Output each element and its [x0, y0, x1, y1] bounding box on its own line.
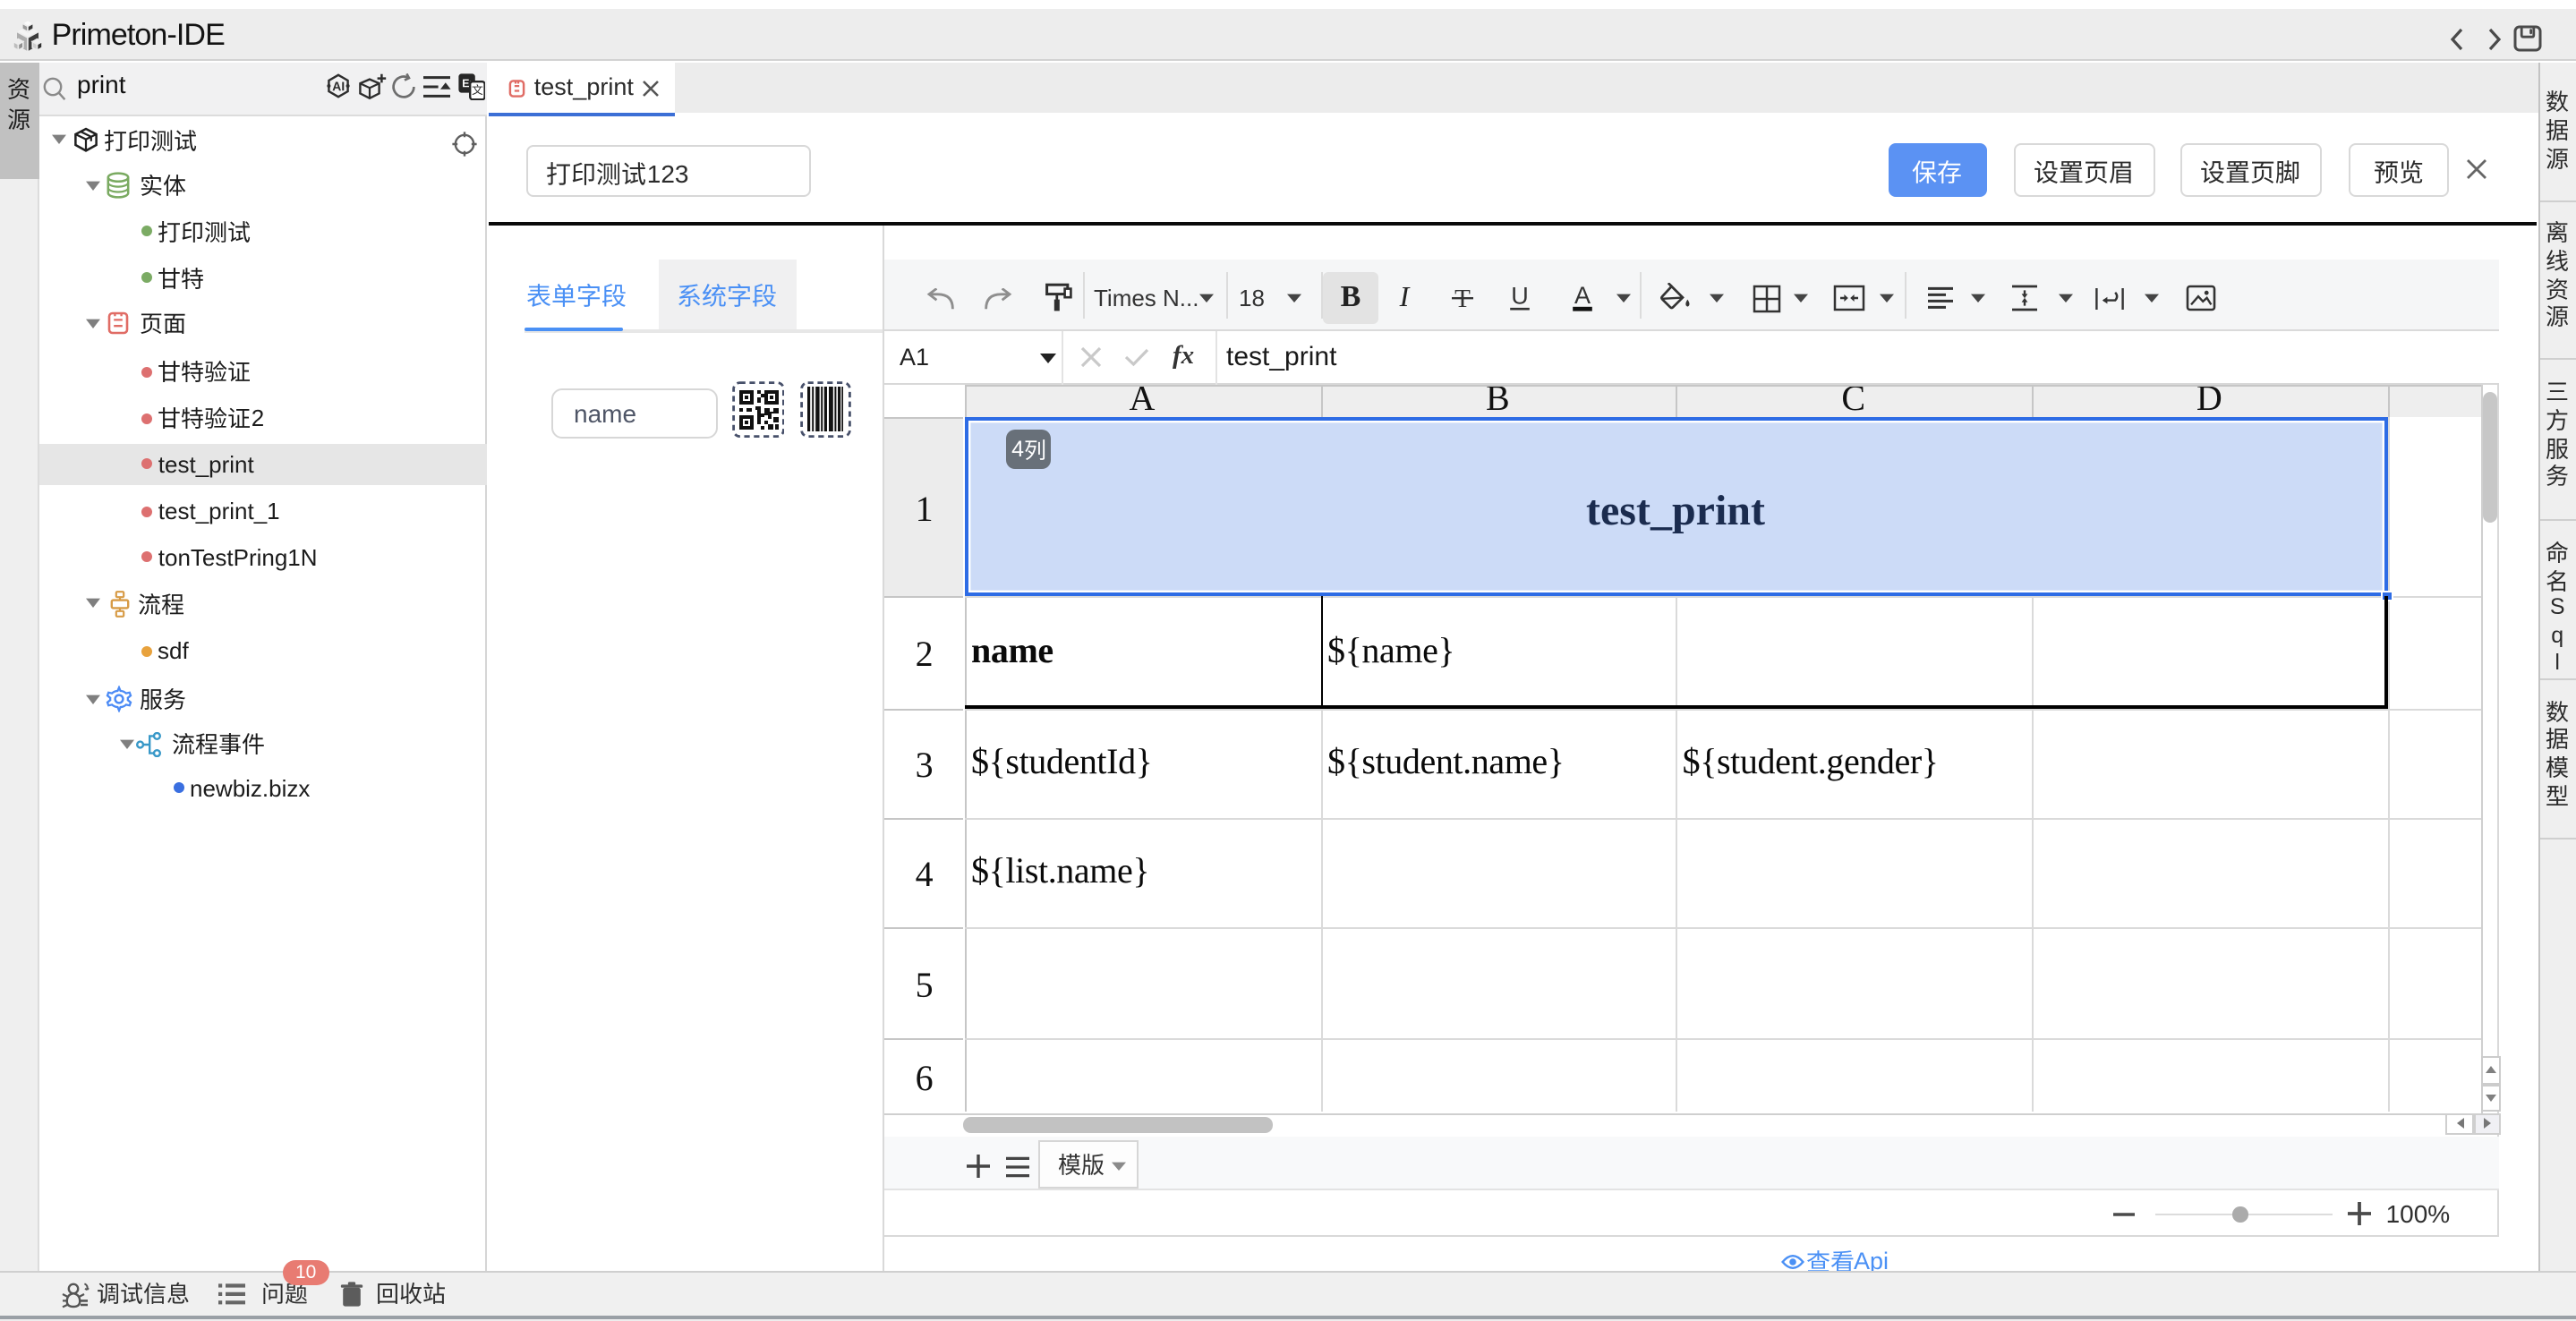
svg-text:A: A	[1574, 282, 1591, 308]
svg-text:U: U	[1511, 282, 1529, 309]
